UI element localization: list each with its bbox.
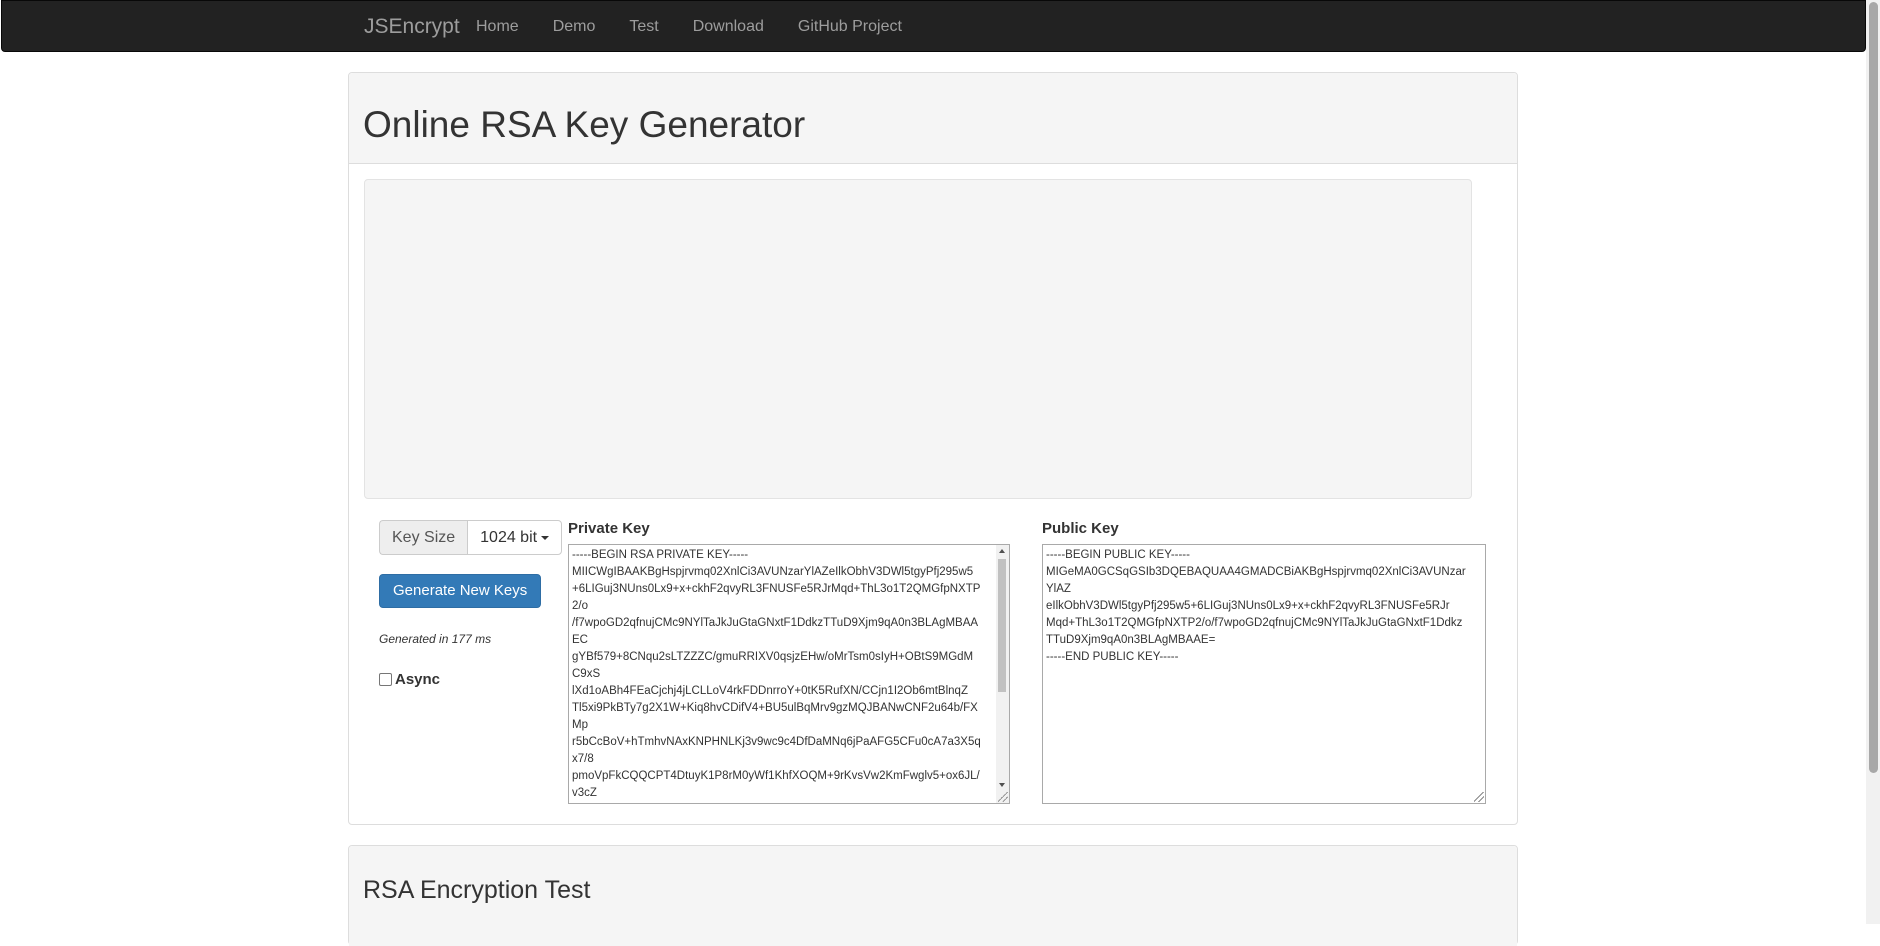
scroll-down-icon[interactable]	[999, 783, 1005, 787]
top-navbar: JSEncrypt Home Demo Test Download GitHub…	[1, 0, 1866, 52]
async-label: Async	[395, 671, 441, 688]
scroll-up-icon[interactable]	[999, 549, 1005, 553]
key-text-line: /f7wpoGD2qfnujCMc9NYlTaJkJuGtaGNxtF1Ddkz…	[572, 617, 979, 629]
key-text-line: -----END PUBLIC KEY-----	[1046, 651, 1179, 663]
key-text-line: pmoVpFkCQQCPT4DtuyK1P8rM0yWf1KhfXOQM+9rK…	[572, 770, 980, 782]
key-size-value: 1024 bit	[480, 529, 538, 546]
nav-github-link[interactable]: GitHub Project	[798, 18, 902, 36]
generate-keys-button[interactable]: Generate New Keys	[379, 574, 542, 608]
encryption-test-panel: RSA Encryption Test	[348, 845, 1518, 946]
generation-time: Generated in 177 ms	[379, 632, 492, 646]
private-key-scrollbar[interactable]	[996, 545, 1009, 803]
key-text-line: MIICWgIBAAKBgHspjrvmq02XnlCi3AVUNzarYlAZ…	[572, 566, 974, 578]
public-key-label: Public Key	[1042, 520, 1119, 537]
private-key-textarea[interactable]: -----BEGIN RSA PRIVATE KEY----- MIICWgIBA…	[568, 544, 1010, 804]
public-key-content: -----BEGIN PUBLIC KEY----- MIGeMA0GCSqGSI…	[1046, 547, 1482, 666]
resize-handle-icon[interactable]	[1474, 792, 1484, 802]
brand-logo[interactable]: JSEncrypt	[364, 15, 460, 39]
key-size-group: Key Size 1024 bit	[379, 520, 563, 555]
key-text-line: Mqd+ThL3o1T2QMGfpNXTP2/o/f7wpoGD2qfnujCM…	[1046, 617, 1463, 629]
page-title: Online RSA Key Generator	[363, 104, 806, 145]
key-size-label: Key Size	[379, 520, 468, 555]
panel-heading: RSA Encryption Test	[349, 846, 1517, 946]
key-text-line: -----BEGIN RSA PRIVATE KEY-----	[572, 549, 749, 561]
key-text-line: +6LIGuj3NUns0Lx9+x+ckhF2qvyRL3FNUSFe5RJr…	[572, 583, 981, 595]
private-key-scroll-thumb[interactable]	[998, 559, 1006, 692]
key-text-line: Mp	[572, 719, 588, 731]
section-title: RSA Encryption Test	[363, 876, 591, 904]
key-text-line: TTuD9Xjm9qA0n3BLAgMBAAE=	[1046, 634, 1216, 646]
panel-heading: Online RSA Key Generator	[349, 73, 1517, 164]
key-text-line: lXd1oABh4FEaCjchj4jLCLLoV4rkFDDnrroY+0tK…	[572, 685, 968, 697]
page-scrollbar-thumb[interactable]	[1869, 2, 1878, 773]
key-text-line: eIlkObhV3DWl5tgyPfj295w5+6LIGuj3NUns0Lx9…	[1046, 600, 1450, 612]
key-text-line: v3cZ	[572, 787, 597, 799]
async-option[interactable]: Async	[379, 671, 440, 688]
key-text-line: r5bCcBoV+hTmhvNAxKNPHNLKj3v9wc9c4DfDaMNq…	[572, 736, 981, 748]
nav-test-link[interactable]: Test	[629, 18, 658, 36]
key-text-line: C9xS	[572, 668, 601, 680]
key-text-line: x7/8	[572, 753, 594, 765]
key-text-line: YlAZ	[1046, 583, 1071, 595]
key-text-line: gYBf579+8CNqu2sLTZZZC/gmuRRIXV0qsjzEHw/o…	[572, 651, 974, 663]
caret-down-icon	[541, 535, 550, 540]
private-key-content: -----BEGIN RSA PRIVATE KEY----- MIICWgIBA…	[572, 547, 1006, 802]
resize-handle-icon[interactable]	[998, 792, 1008, 802]
key-text-line: Tl5xi9PkBTy7g2X1W+Kiq8hvCDifV4+BU5ulBqMr…	[572, 702, 978, 714]
key-text-line: -----BEGIN PUBLIC KEY-----	[1046, 549, 1190, 561]
key-size-dropdown[interactable]: 1024 bit	[467, 520, 563, 555]
async-checkbox[interactable]	[379, 673, 392, 686]
nav-demo-link[interactable]: Demo	[553, 18, 596, 36]
key-text-line: MIGeMA0GCSqGSIb3DQEBAQUAA4GMADCBiAKBgHsp…	[1046, 566, 1466, 578]
ad-placeholder	[364, 179, 1472, 499]
nav-links: Home Demo Test Download GitHub Project	[476, 18, 936, 36]
page-scrollbar[interactable]	[1866, 0, 1880, 924]
nav-download-link[interactable]: Download	[693, 18, 764, 36]
key-text-line: 2/o	[572, 600, 588, 612]
public-key-textarea[interactable]: -----BEGIN PUBLIC KEY----- MIGeMA0GCSqGSI…	[1042, 544, 1486, 804]
private-key-label: Private Key	[568, 520, 650, 537]
nav-home-link[interactable]: Home	[476, 18, 519, 36]
key-generator-panel: Online RSA Key Generator Key Size 1024 b…	[348, 72, 1518, 825]
key-text-line: EC	[572, 634, 588, 646]
